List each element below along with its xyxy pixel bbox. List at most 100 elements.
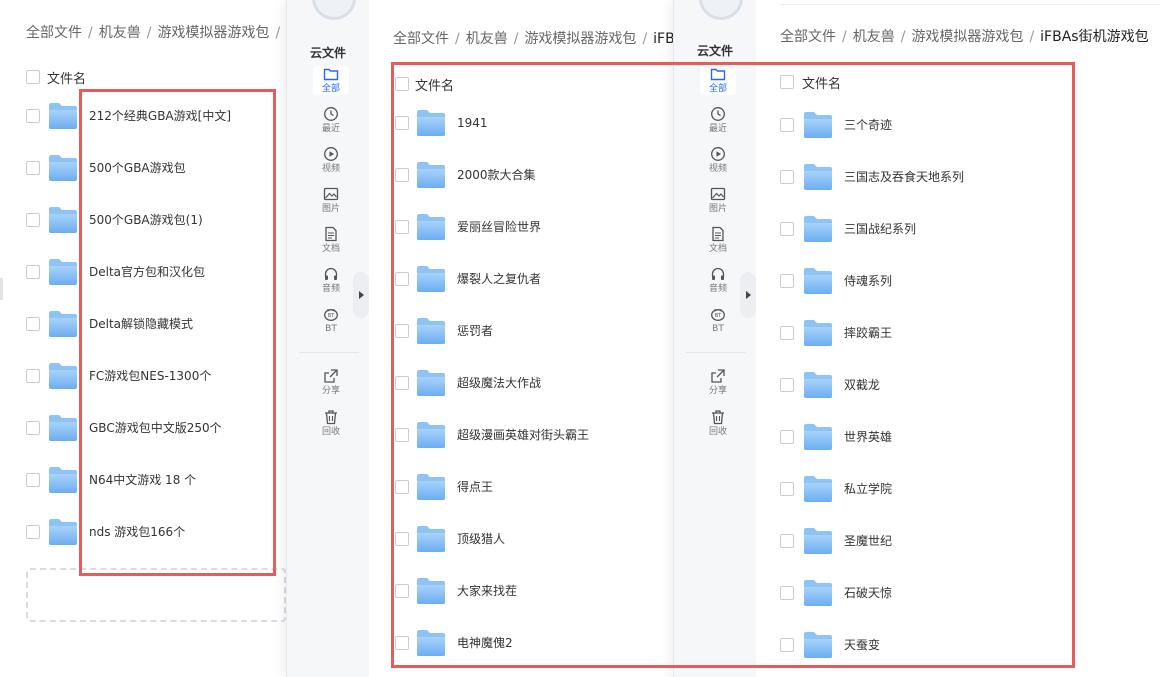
row-checkbox[interactable] [780,326,794,340]
file-name[interactable]: 石破天惊 [844,585,892,601]
file-row[interactable]: 电神魔傀2 [287,629,687,669]
file-name[interactable]: 500个GBA游戏包 [89,160,186,176]
column-header-filename[interactable]: 文件名 [802,73,841,92]
row-checkbox[interactable] [780,274,794,288]
row-checkbox[interactable] [395,324,409,338]
file-row[interactable]: 顶级猎人 [287,525,687,565]
row-checkbox[interactable] [395,272,409,286]
file-row[interactable]: 三个奇迹 [674,111,1154,151]
breadcrumb-item[interactable]: 全部文件 [780,29,836,45]
file-name[interactable]: 顶级猎人 [457,531,505,547]
user-avatar[interactable] [312,0,356,20]
file-name[interactable]: GBC游戏包中文版250个 [89,420,222,436]
breadcrumb-item[interactable]: 全部文件 [393,31,449,47]
row-checkbox[interactable] [395,376,409,390]
file-name[interactable]: 1941 [457,115,488,131]
file-name[interactable]: 500个GBA游戏包(1) [89,212,203,228]
file-row[interactable]: 圣魔世纪 [674,527,1154,567]
file-name[interactable]: 得点王 [457,479,493,495]
row-checkbox[interactable] [26,213,40,227]
file-row[interactable]: 摔跤霸王 [674,319,1154,359]
file-row[interactable]: 得点王 [287,473,687,513]
file-row[interactable]: GBC游戏包中文版250个 [0,414,300,454]
file-name[interactable]: 爆裂人之复仇者 [457,271,541,287]
row-checkbox[interactable] [26,109,40,123]
user-avatar[interactable] [699,0,743,20]
file-name[interactable]: 天蚕变 [844,637,880,653]
breadcrumb-item[interactable]: 游戏模拟器游戏包 [524,31,636,47]
row-checkbox[interactable] [395,168,409,182]
row-checkbox[interactable] [780,222,794,236]
file-row[interactable]: 大家来找茬 [287,577,687,617]
row-checkbox[interactable] [26,421,40,435]
breadcrumb-item[interactable]: 机友兽 [466,31,508,47]
file-name[interactable]: 私立学院 [844,481,892,497]
select-all-checkbox[interactable] [395,77,409,91]
row-checkbox[interactable] [26,317,40,331]
breadcrumb-item[interactable]: 游戏模拟器游戏包 [157,25,269,41]
file-row[interactable]: 天蚕变 [674,631,1154,671]
row-checkbox[interactable] [26,265,40,279]
file-name[interactable]: 双截龙 [844,377,880,393]
row-checkbox[interactable] [26,525,40,539]
select-all-checkbox[interactable] [780,75,794,89]
file-name[interactable]: 圣魔世纪 [844,533,892,549]
file-row[interactable]: 超级漫画英雄对街头霸王 [287,421,687,461]
row-checkbox[interactable] [395,584,409,598]
select-all-checkbox[interactable] [26,70,40,84]
file-row[interactable]: 石破天惊 [674,579,1154,619]
file-row[interactable]: FC游戏包NES-1300个 [0,362,300,402]
file-row[interactable]: 世界英雄 [674,423,1154,463]
sidebar-item-all[interactable]: 全部 [700,66,736,95]
breadcrumb-item[interactable]: 游戏模拟器游戏包 [911,29,1023,45]
column-header-filename[interactable]: 文件名 [415,75,454,94]
upload-drop-area[interactable] [26,568,286,622]
file-row[interactable]: 私立学院 [674,475,1154,515]
row-checkbox[interactable] [26,161,40,175]
file-name[interactable]: 2000款大合集 [457,167,536,183]
file-row[interactable]: 2000款大合集 [287,161,687,201]
file-name[interactable]: 摔跤霸王 [844,325,892,341]
row-checkbox[interactable] [395,116,409,130]
file-row[interactable]: 双截龙 [674,371,1154,411]
row-checkbox[interactable] [780,586,794,600]
file-row[interactable]: Delta官方包和汉化包 [0,258,300,298]
file-name[interactable]: 大家来找茬 [457,583,517,599]
row-checkbox[interactable] [395,480,409,494]
row-checkbox[interactable] [780,482,794,496]
file-row[interactable]: 三国战纪系列 [674,215,1154,255]
row-checkbox[interactable] [26,473,40,487]
file-name[interactable]: Delta解锁隐藏模式 [89,316,193,332]
file-name[interactable]: 世界英雄 [844,429,892,445]
file-row[interactable]: 1941 [287,109,687,149]
file-name[interactable]: 惩罚者 [457,323,493,339]
file-row[interactable]: 500个GBA游戏包 [0,154,300,194]
file-name[interactable]: 超级漫画英雄对街头霸王 [457,427,589,443]
row-checkbox[interactable] [780,118,794,132]
file-name[interactable]: nds 游戏包166个 [89,524,185,540]
row-checkbox[interactable] [780,170,794,184]
row-checkbox[interactable] [395,220,409,234]
column-header-filename[interactable]: 文件名 [47,68,86,87]
file-row[interactable]: 212个经典GBA游戏[中文] [0,102,300,142]
file-name[interactable]: Delta官方包和汉化包 [89,264,205,280]
file-row[interactable]: N64中文游戏 18 个 [0,466,300,506]
row-checkbox[interactable] [780,430,794,444]
file-row[interactable]: nds 游戏包166个 [0,518,300,558]
file-row[interactable]: 爱丽丝冒险世界 [287,213,687,253]
row-checkbox[interactable] [780,378,794,392]
file-row[interactable]: Delta解锁隐藏模式 [0,310,300,350]
row-checkbox[interactable] [395,428,409,442]
file-name[interactable]: 爱丽丝冒险世界 [457,219,541,235]
row-checkbox[interactable] [780,638,794,652]
file-row[interactable]: 侍魂系列 [674,267,1154,307]
file-name[interactable]: 电神魔傀2 [457,635,513,651]
breadcrumb-item[interactable]: 机友兽 [99,25,141,41]
file-row[interactable]: 惩罚者 [287,317,687,357]
file-name[interactable]: N64中文游戏 18 个 [89,472,196,488]
file-row[interactable]: 超级魔法大作战 [287,369,687,409]
breadcrumb-item[interactable]: 全部文件 [26,25,82,41]
file-name[interactable]: 超级魔法大作战 [457,375,541,391]
file-name[interactable]: 三国志及吞食天地系列 [844,169,964,185]
file-name[interactable]: 三个奇迹 [844,117,892,133]
